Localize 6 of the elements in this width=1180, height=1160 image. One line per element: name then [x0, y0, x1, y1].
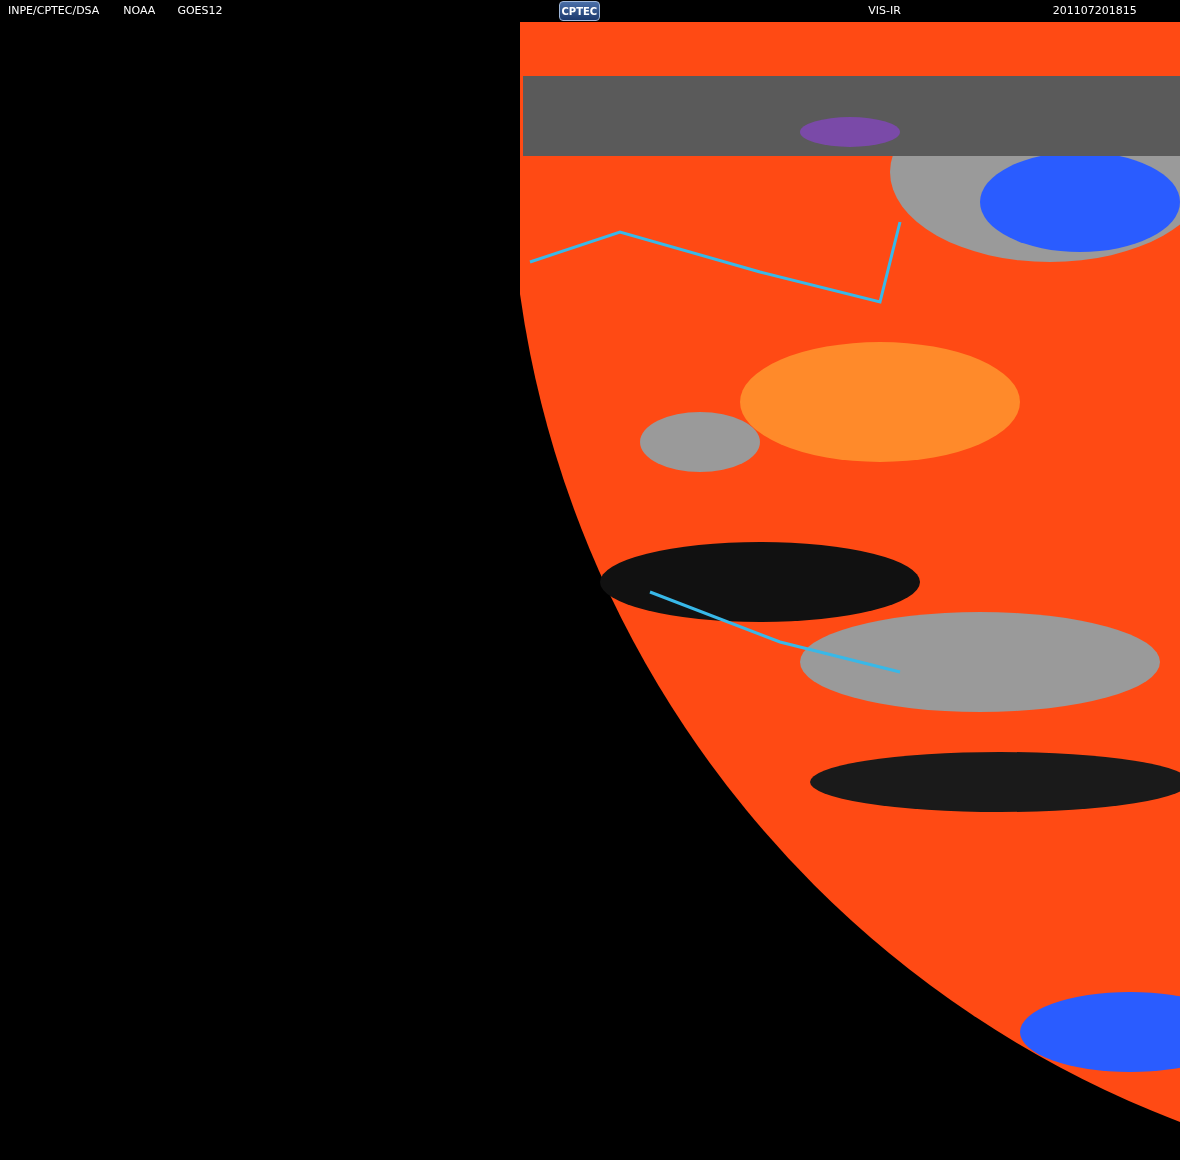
timestamp-label: 201107201815	[1052, 2, 1137, 19]
provider-label: NOAA	[123, 2, 156, 19]
logo: CPTEC	[558, 1, 601, 21]
agency-label: INPE/CPTEC/DSA	[8, 2, 100, 19]
channel-label: VIS-IR	[868, 2, 901, 19]
satellite-label: GOES12	[177, 2, 223, 19]
